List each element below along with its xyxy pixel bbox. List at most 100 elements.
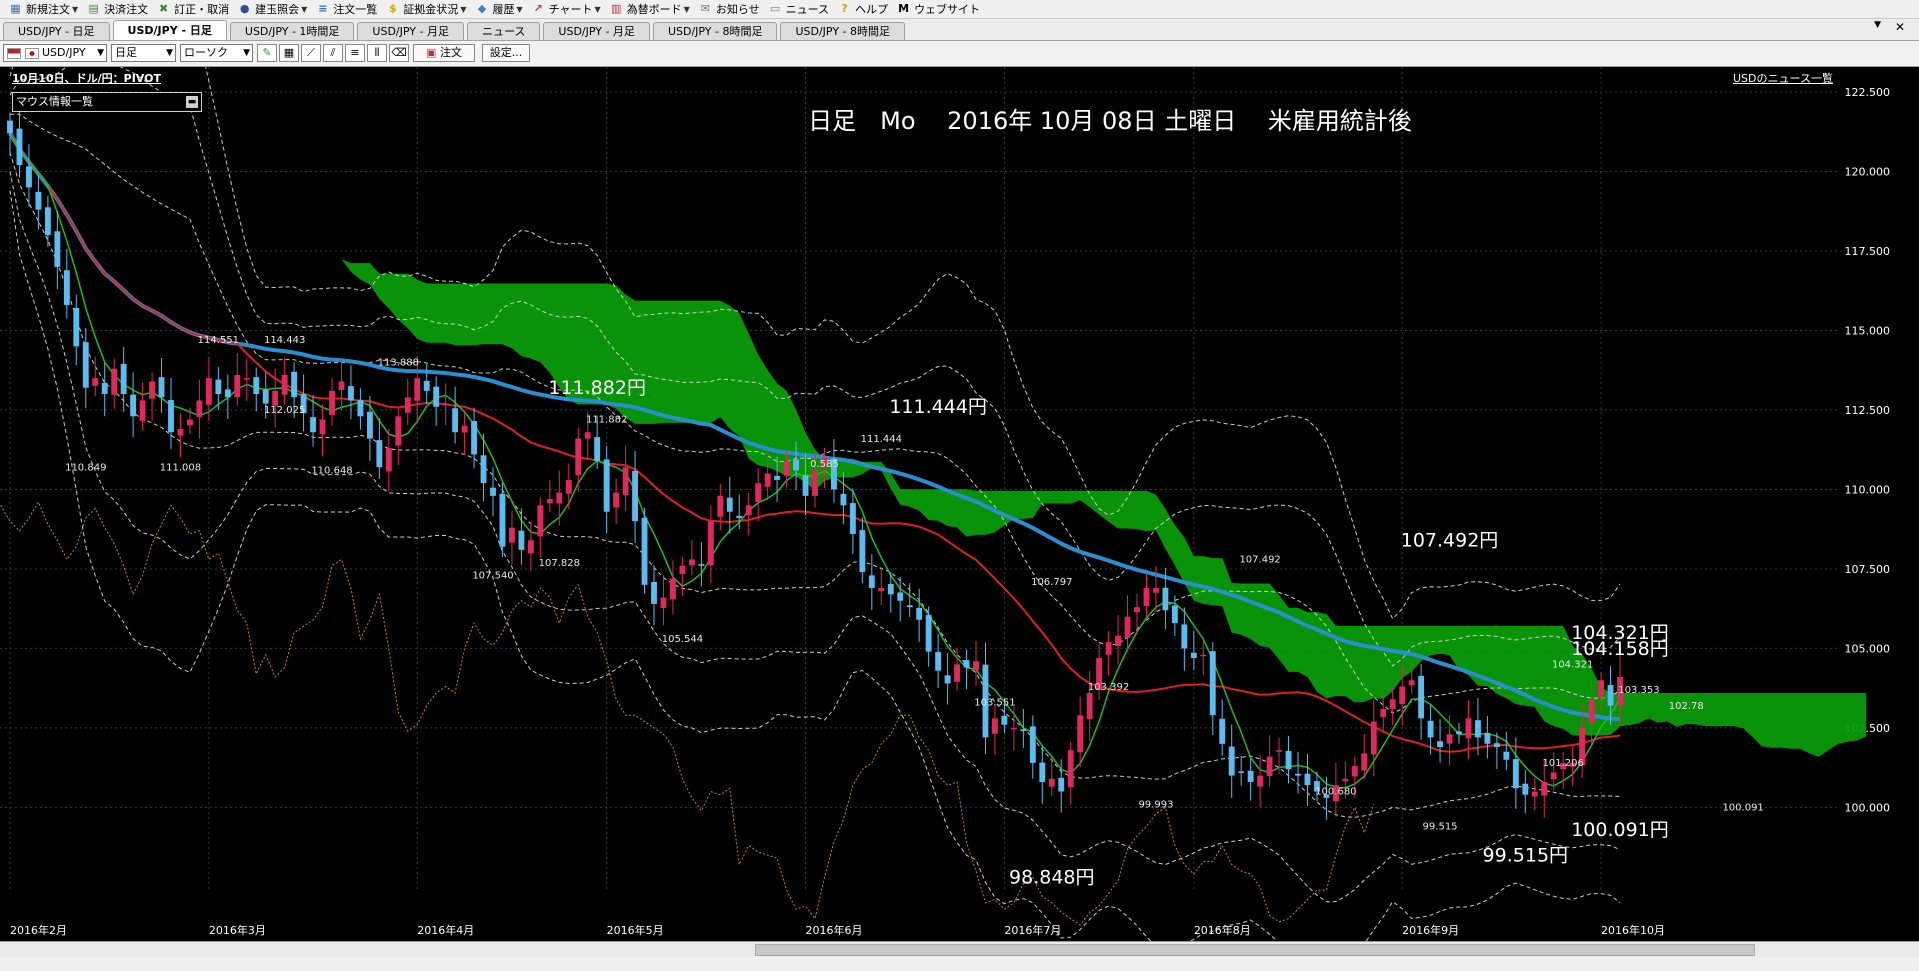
candle-body <box>660 597 667 609</box>
candle-body <box>1020 729 1027 732</box>
chevron-down-icon: ▼ <box>683 4 690 14</box>
close-icon[interactable]: ✕ <box>1895 20 1905 34</box>
scrollbar-thumb[interactable] <box>755 944 1755 956</box>
candle-body <box>707 521 714 566</box>
candle-body <box>1247 770 1254 782</box>
tab-0[interactable]: USD/JPY - 日足 <box>3 22 110 40</box>
menu-item-label: 履歴 <box>492 3 515 16</box>
candle-body <box>158 377 165 398</box>
menu-item-correct-cancel[interactable]: ✖ 訂正・取消 <box>156 1 229 17</box>
menu-item-board[interactable]: ▥ 為替ボード ▼ <box>609 1 690 17</box>
order-list-icon: ≡ <box>318 2 328 15</box>
candle-body <box>688 559 695 566</box>
candle-body <box>726 497 733 512</box>
chart-type-select[interactable]: ローソク ▼ <box>180 44 253 62</box>
candle-body <box>1285 750 1292 770</box>
tab-6[interactable]: USD/JPY - 8時間足 <box>652 22 778 40</box>
candle-body <box>1380 708 1387 717</box>
menu-item-mail[interactable]: ✉ お知らせ <box>698 1 760 17</box>
candle-body <box>111 368 118 395</box>
candle-body <box>1465 718 1472 739</box>
fan-tool-button[interactable]: ⟋ <box>301 44 321 62</box>
chikou-span <box>0 501 1375 926</box>
trend-tool-button[interactable]: ⫽ <box>323 44 343 62</box>
candle-body <box>26 166 32 188</box>
order-button[interactable]: ▣ 注文 <box>413 44 475 62</box>
tab-5[interactable]: USD/JPY - 月足 <box>543 22 650 40</box>
menu-item-news[interactable]: ▭ ニュース <box>768 1 829 17</box>
menu-item-label: 注文一覧 <box>333 3 378 16</box>
swing-value-label: 100.091 <box>1722 803 1763 814</box>
menu-item-website[interactable]: M ウェブサイト <box>896 1 980 17</box>
usd-news-link[interactable]: USDのニュース一覧 <box>1733 70 1833 86</box>
candle-body <box>1124 616 1131 638</box>
candle-body <box>764 473 771 487</box>
candle-body <box>973 661 979 671</box>
draw-line-tool-button[interactable]: ✎ <box>257 44 277 62</box>
mail-icon: ✉ <box>700 2 710 15</box>
timeframe-select[interactable]: 日足 ▼ <box>111 44 176 62</box>
tab-2[interactable]: USD/JPY - 1時間足 <box>229 22 355 40</box>
candle-body <box>906 605 913 608</box>
board-icon: ▥ <box>610 2 622 15</box>
candlestick-chart[interactable]: 100.000102.500105.000107.500110.000112.5… <box>0 67 1919 941</box>
tab-1[interactable]: USD/JPY - 日足 <box>112 20 227 40</box>
swing-value-label: 107.492 <box>1239 555 1280 566</box>
candle-body <box>499 493 506 547</box>
menu-item-label: 建玉照会 <box>255 3 300 16</box>
menu-item-chart[interactable]: ↗ チャート ▼ <box>531 1 601 17</box>
candle-body <box>670 578 676 600</box>
vlines-tool-button[interactable]: ⦀ <box>367 44 387 62</box>
candle-body <box>44 207 51 236</box>
band-upper-2 <box>9 67 1621 667</box>
horizontal-lines-icon: ≡ <box>350 46 360 59</box>
menu-item-new-order[interactable]: ▦ 新規注文 ▼ <box>8 1 78 17</box>
candle-body <box>1437 741 1443 747</box>
chart-area[interactable]: 100.000 102.500 105.000 107.500 110.000 112.5… <box>0 67 1919 941</box>
eraser-tool-button[interactable]: ⌫ <box>389 44 409 62</box>
candle-body <box>1181 624 1188 649</box>
menu-item-position[interactable]: ● 建玉照会 ▼ <box>237 1 307 17</box>
menu-item-settle-order[interactable]: ▤ 決済注文 <box>86 1 148 17</box>
candle-body <box>272 390 279 406</box>
menu-item-order-list[interactable]: ≡ 注文一覧 <box>315 1 377 17</box>
history-icon: ◆ <box>477 2 487 15</box>
candle-body <box>54 231 61 267</box>
swing-value-label: 0.585 <box>810 459 839 470</box>
candle-body <box>319 419 326 435</box>
tab-list-dropdown-icon[interactable]: ▼ <box>1874 20 1881 30</box>
candle-body <box>745 505 752 516</box>
jp-flag-icon <box>24 47 39 59</box>
candle-body <box>63 270 70 306</box>
tab-7[interactable]: USD/JPY - 8時間足 <box>780 22 905 40</box>
settings-button[interactable]: 設定... <box>482 44 530 62</box>
candle-body <box>130 394 137 417</box>
candle-body <box>944 675 951 684</box>
y-tick-label: 122.500 <box>1845 86 1891 99</box>
chevron-down-icon: ▼ <box>594 4 601 14</box>
candle-body <box>812 470 818 496</box>
status-bar <box>0 957 1919 971</box>
tab-4[interactable]: ニュース <box>466 22 541 40</box>
symbol-select[interactable]: USD/JPY ▼ <box>3 44 107 62</box>
ichimoku-cloud <box>256 134 1867 757</box>
panel-toggle-icon[interactable]: ▬ <box>186 96 198 108</box>
grid-tool-button[interactable]: ▦ <box>279 44 299 62</box>
candle-body <box>404 397 411 413</box>
candle-body <box>1588 699 1595 724</box>
menu-item-label: お知らせ <box>715 3 760 16</box>
tab-3[interactable]: USD/JPY - 月足 <box>357 22 464 40</box>
menu-item-margin[interactable]: $ 証拠金状況 ▼ <box>385 1 466 17</box>
candle-body <box>793 459 799 471</box>
swing-value-label: 100.680 <box>1315 787 1356 798</box>
menu-item-help[interactable]: ? ヘルプ <box>837 1 888 17</box>
hlines-tool-button[interactable]: ≡ <box>345 44 365 62</box>
candle-body <box>1001 715 1008 725</box>
candle-body <box>1418 675 1425 719</box>
chart-horizontal-scrollbar[interactable] <box>0 941 1919 958</box>
menu-item-history[interactable]: ◆ 履歴 ▼ <box>474 1 523 17</box>
candle-body <box>262 389 269 404</box>
mouse-info-panel[interactable]: マウス情報一覧 ▬ <box>12 92 202 112</box>
candle-body <box>7 120 13 134</box>
grid-icon: ▦ <box>283 46 295 59</box>
